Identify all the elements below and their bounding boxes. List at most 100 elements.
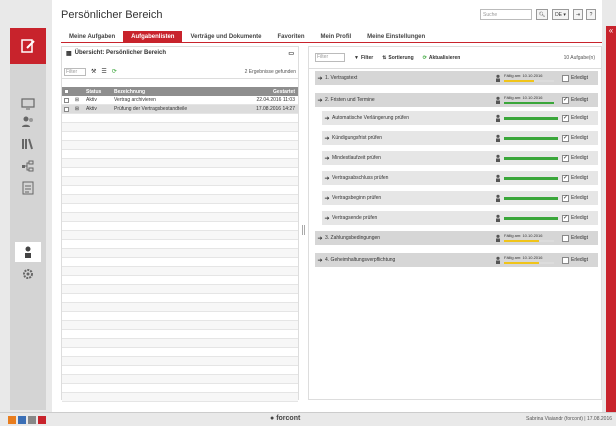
expand-icon[interactable]: ⊞ [70,97,84,103]
done-toggle[interactable]: ✓ Erledigt [558,194,598,202]
done-toggle[interactable]: ✓ Erledigt [558,154,598,162]
done-checkbox[interactable] [562,234,569,242]
done-checkbox[interactable] [562,256,569,264]
empty-row [62,159,298,168]
task-row[interactable]: ➔ Vertragsbeginn prüfen ✓ Erledigt [322,191,598,205]
nav-personal[interactable] [15,242,41,262]
brand-logo-icon: ● [270,415,275,422]
task-row[interactable]: ➔ 2. Fristen und Termine Fällig am: 10.10.… [315,93,598,107]
sort-button[interactable]: ⇅ Sortierung [382,55,413,61]
column-gestartet[interactable]: Gestartet [220,89,298,95]
edit-icon [21,39,35,53]
nav-settings[interactable] [15,264,41,284]
search-button[interactable]: 🔍︎ [536,9,548,20]
done-toggle[interactable]: Erledigt [558,234,598,242]
empty-row [62,204,298,213]
done-toggle[interactable]: ✓ Erledigt [558,134,598,142]
mail-icon[interactable] [38,416,46,424]
done-checkbox[interactable]: ✓ [562,214,569,222]
empty-row [62,312,298,321]
task-progress-bar [504,156,558,160]
due-date: Fällig am: 10.10.2016 [504,72,558,84]
row-checkbox[interactable] [63,97,69,103]
help-button[interactable]: ? [586,9,596,20]
search-input[interactable]: Suche [480,9,532,20]
group-icon [492,154,504,162]
nav-library[interactable] [15,134,41,154]
nav-structure[interactable] [15,156,41,176]
row-checkbox[interactable] [63,106,69,112]
done-checkbox[interactable]: ✓ [562,174,569,182]
filter-button[interactable]: ▼ Filter [354,55,373,61]
empty-row [62,222,298,231]
column-bezeichnung[interactable]: Bezeichnung [112,89,220,95]
done-label: Erledigt [571,175,588,181]
nav-dashboard[interactable] [15,94,41,114]
task-row[interactable]: ➔ Kündigungsfrist prüfen ✓ Erledigt [322,131,598,145]
done-checkbox[interactable]: ✓ [562,134,569,142]
done-toggle[interactable]: ✓ Erledigt [558,174,598,182]
list-icon[interactable]: ☰ [101,68,106,75]
task-row[interactable]: ➔ 3. Zahlungsbedingungen Fällig am: 10.10.… [315,231,598,245]
table-row[interactable]: ⊞ Aktiv Vertrag archivieren 22.04.2016 1… [62,96,298,105]
task-row[interactable]: ➔ Mindestlaufzeit prüfen ✓ Erledigt [322,151,598,165]
maximize-icon[interactable]: ▭ [288,50,294,57]
tools-icon[interactable]: ⚒ [91,68,96,75]
group-icon [492,114,504,122]
panel-splitter[interactable] [302,225,305,235]
footer-user: Sabrina Viaiandr (forcont) | 17.08.2016 [526,416,612,422]
refresh-icon: ⟳ [422,54,427,61]
nav-users[interactable] [15,112,41,132]
arrow-right-icon: ➔ [324,215,330,222]
due-date: Fällig am: 10.10.2016 [504,232,558,244]
nav-documents[interactable] [15,178,41,198]
column-status[interactable]: Status [84,89,112,95]
group-icon [492,214,504,222]
due-label: Fällig am: 10.10.2016 [504,255,543,260]
due-progress-bar [504,102,554,104]
tasks-panel: Filter ▼ Filter ⇅ Sortierung ⟳ Aktualisiere… [308,46,602,400]
double-chevron-icon: « [608,26,614,35]
print-icon[interactable] [28,416,36,424]
empty-row [62,357,298,366]
logout-button[interactable]: ⇥ [573,9,583,20]
done-checkbox[interactable]: ✓ [562,114,569,122]
done-checkbox[interactable] [562,74,569,82]
done-toggle[interactable]: ✓ Erledigt [558,114,598,122]
empty-row [62,258,298,267]
done-checkbox[interactable]: ✓ [562,154,569,162]
table-row[interactable]: ⊞ Aktiv Prüfung der Vertragsbestandteile… [62,105,298,114]
select-all-checkbox[interactable] [63,89,69,94]
funnel-icon: ▼ [354,54,359,61]
collapse-handle[interactable]: « [606,26,616,412]
done-toggle[interactable]: Erledigt [558,256,598,264]
empty-row [62,240,298,249]
empty-row [62,393,298,402]
done-toggle[interactable]: ✓ Erledigt [558,96,598,104]
search-icon: 🔍︎ [538,11,546,18]
share-icon[interactable] [18,416,26,424]
task-row[interactable]: ➔ Vertragsabschluss prüfen ✓ Erledigt [322,171,598,185]
empty-row [62,303,298,312]
task-progress-fill [504,216,558,220]
done-checkbox[interactable]: ✓ [562,96,569,104]
overview-filter-input[interactable]: Filter [64,67,86,76]
task-row[interactable]: ➔ 4. Geheimhaltungsverpflichtung Fällig am… [315,253,598,267]
refresh-button[interactable]: ⟳ Aktualisieren [423,55,461,61]
done-checkbox[interactable]: ✓ [562,194,569,202]
done-toggle[interactable]: Erledigt [558,74,598,82]
tasks-filter-input[interactable]: Filter [315,53,345,62]
task-row[interactable]: ➔ Automatische Verlängerung prüfen ✓ Erledi… [322,111,598,125]
empty-row [62,123,298,132]
due-date: Fällig am: 10.10.2016 [504,254,558,266]
done-toggle[interactable]: ✓ Erledigt [558,214,598,222]
task-title: Vertragsende prüfen [332,215,378,221]
rss-icon[interactable] [8,416,16,424]
refresh-icon[interactable]: ⟳ [112,68,117,75]
task-row[interactable]: ➔ Vertragsende prüfen ✓ Erledigt [322,211,598,225]
language-select[interactable]: DE ▾ [552,9,569,20]
expand-icon[interactable]: ⊞ [70,106,84,112]
task-row[interactable]: ➔ 1. Vertragstext Fällig am: 10.10.2016 Erl… [315,71,598,85]
done-label: Erledigt [571,215,588,221]
app-logo[interactable] [10,28,46,64]
